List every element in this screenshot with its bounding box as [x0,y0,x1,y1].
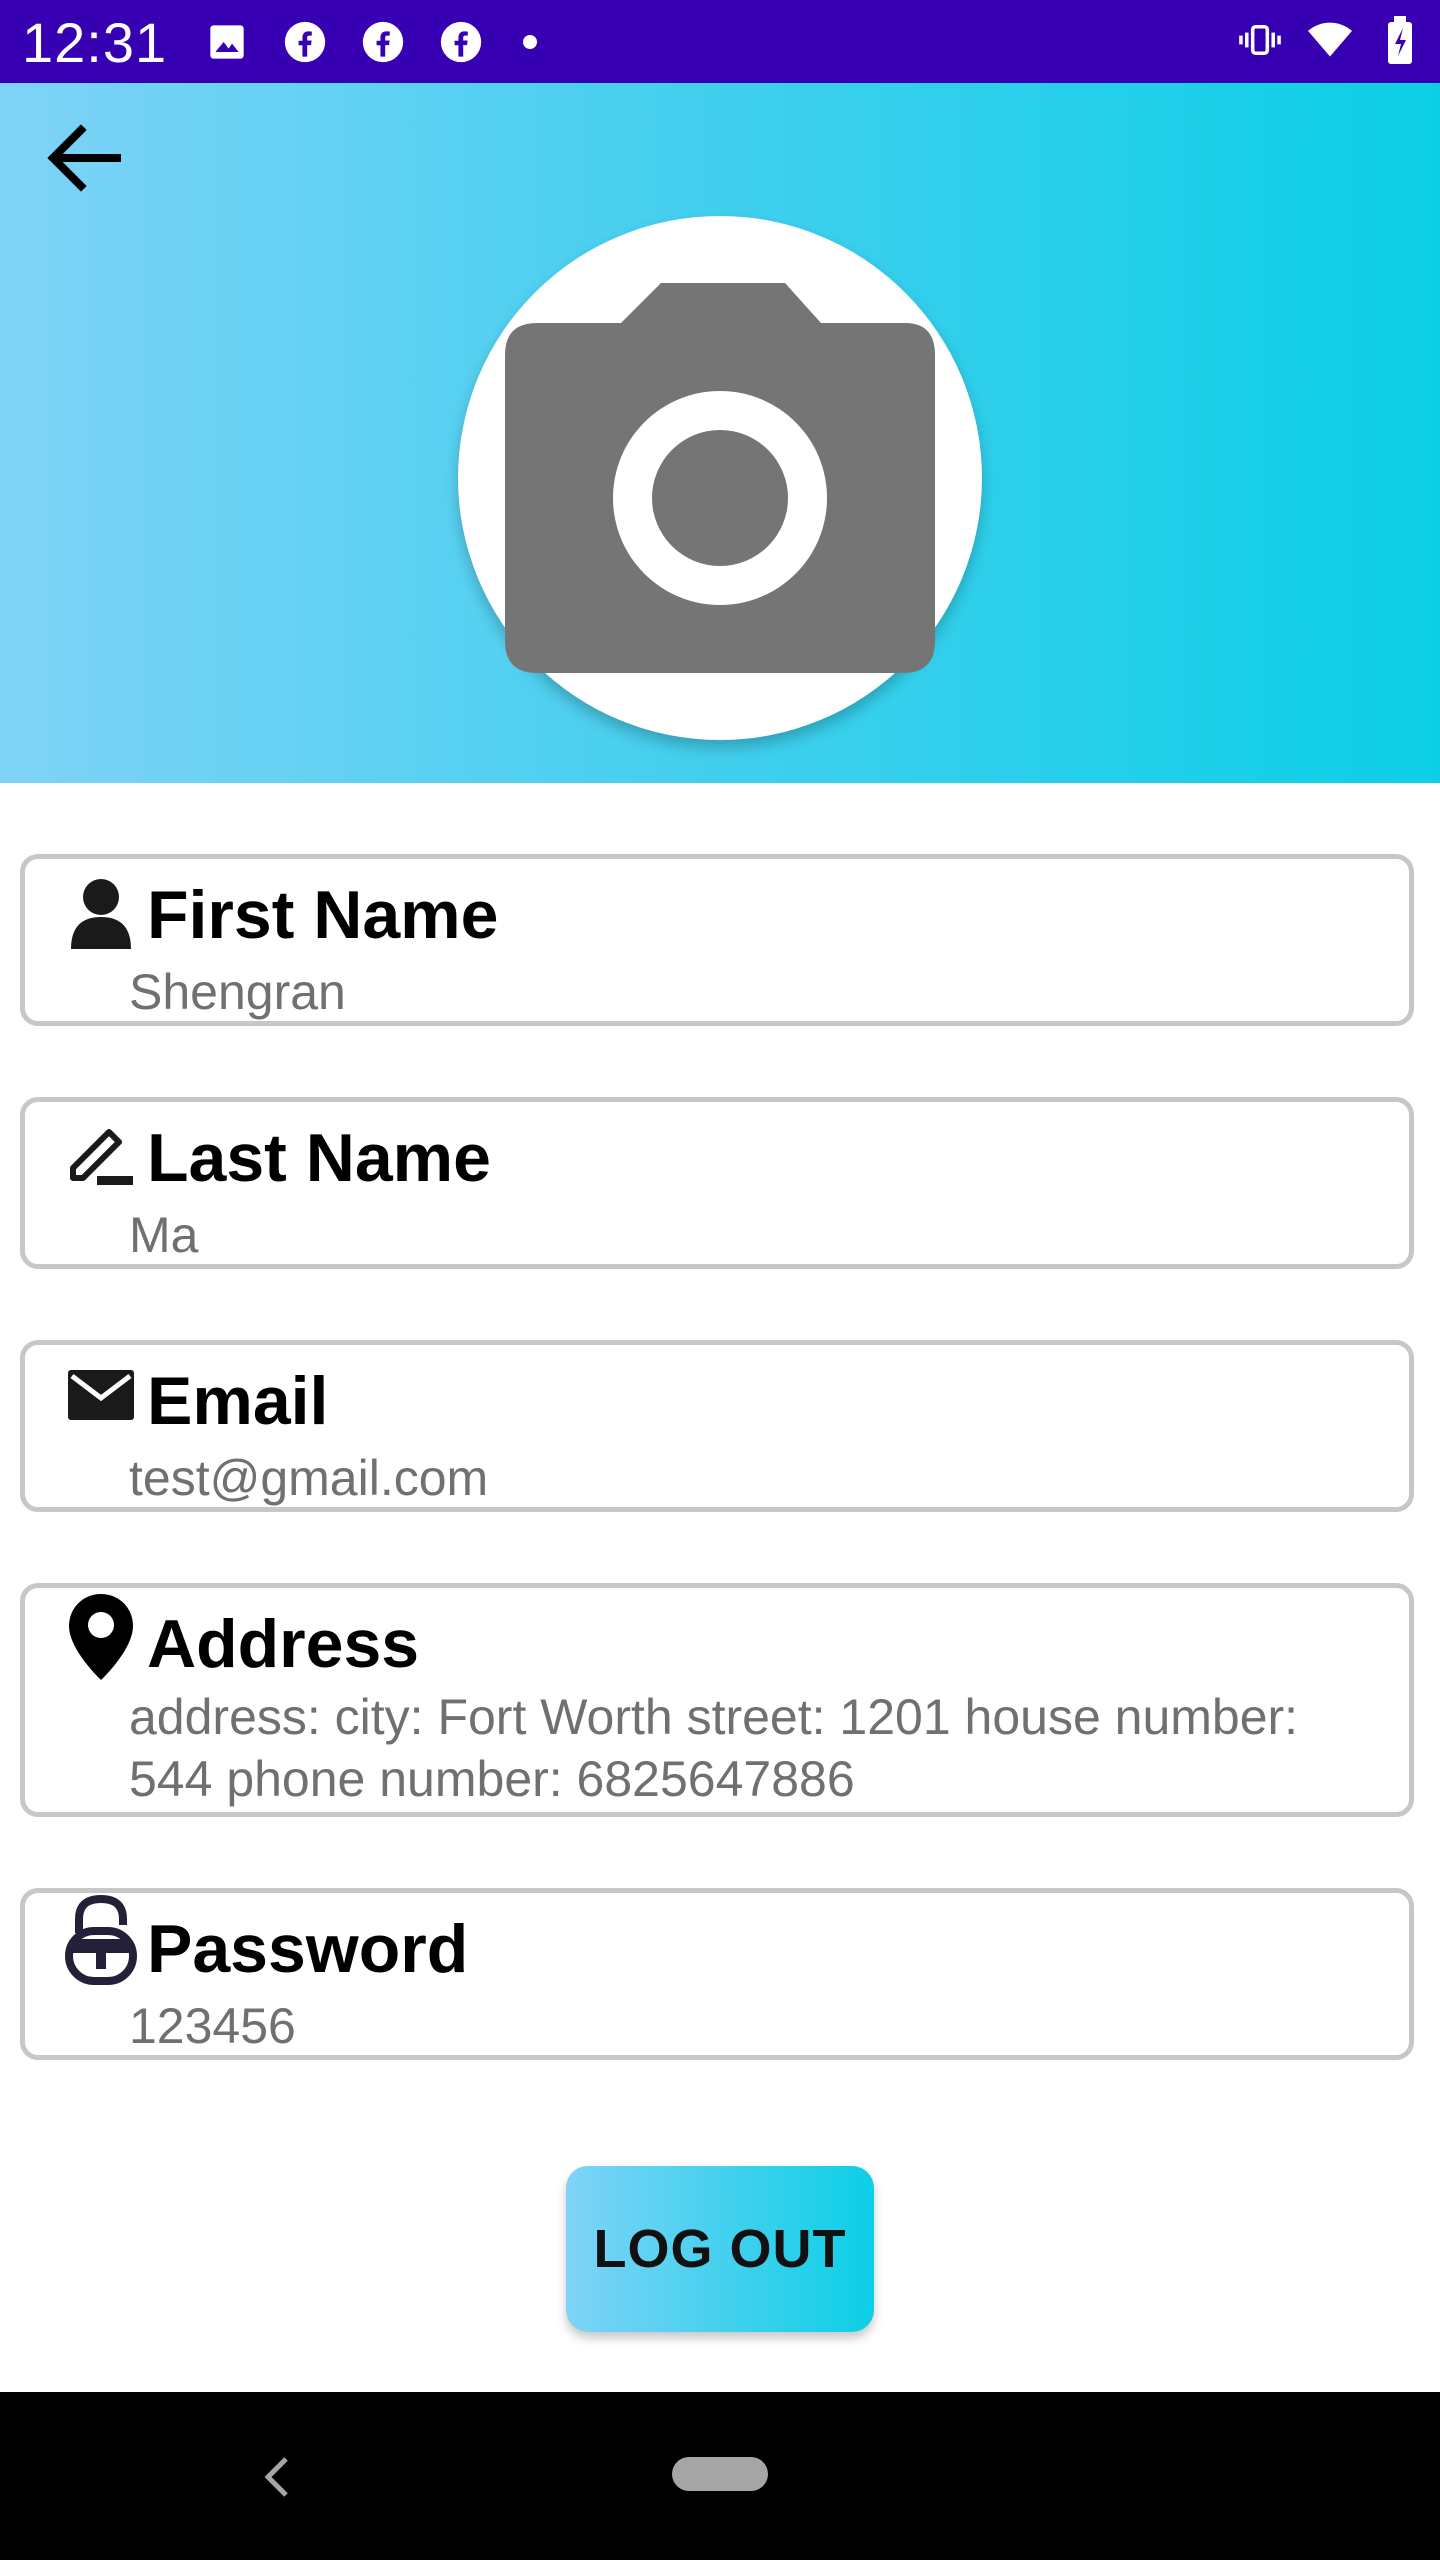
logout-button[interactable]: LOG OUT [566,2166,874,2332]
field-value: Shengran [129,964,346,1020]
field-value: address: city: Fort Worth street: 1201 h… [129,1689,1299,1807]
location-pin-icon [65,1592,137,1682]
facebook-icon [439,20,483,64]
address-card[interactable]: Address address: city: Fort Worth street… [20,1583,1414,1817]
dot-icon [523,35,537,49]
last-name-card[interactable]: Last Name Ma [20,1097,1414,1269]
system-icons [1238,16,1422,64]
first-name-card[interactable]: First Name Shengran [20,854,1414,1026]
field-label: Password [147,1911,469,1987]
unlock-icon [65,1895,137,1985]
field-value: test@gmail.com [129,1450,489,1506]
field-label: First Name [147,877,499,953]
status-bar: 12:31 [0,0,1440,83]
field-label: Email [147,1363,329,1439]
notification-icons [205,20,537,64]
facebook-icon [361,20,405,64]
profile-photo-button[interactable] [458,216,982,740]
chevron-left-icon[interactable] [252,2452,302,2502]
field-value: Ma [129,1207,199,1263]
facebook-icon [283,20,327,64]
person-icon [65,873,137,953]
field-value: 123456 [129,1998,296,2054]
image-icon [205,20,249,64]
field-label: Address [147,1606,420,1682]
battery-icon [1378,16,1422,64]
password-card[interactable]: Password 123456 [20,1888,1414,2060]
email-card[interactable]: Email test@gmail.com [20,1340,1414,1512]
wifi-icon [1308,18,1352,62]
profile-header [0,83,1440,783]
camera-icon [505,283,935,673]
pencil-icon [65,1116,137,1196]
arrow-left-icon [47,124,121,192]
vibrate-icon [1238,18,1282,62]
mail-icon [65,1355,137,1435]
home-pill-icon[interactable] [672,2457,768,2491]
back-button[interactable] [30,103,140,213]
status-time: 12:31 [22,11,168,74]
field-label: Last Name [147,1120,491,1196]
